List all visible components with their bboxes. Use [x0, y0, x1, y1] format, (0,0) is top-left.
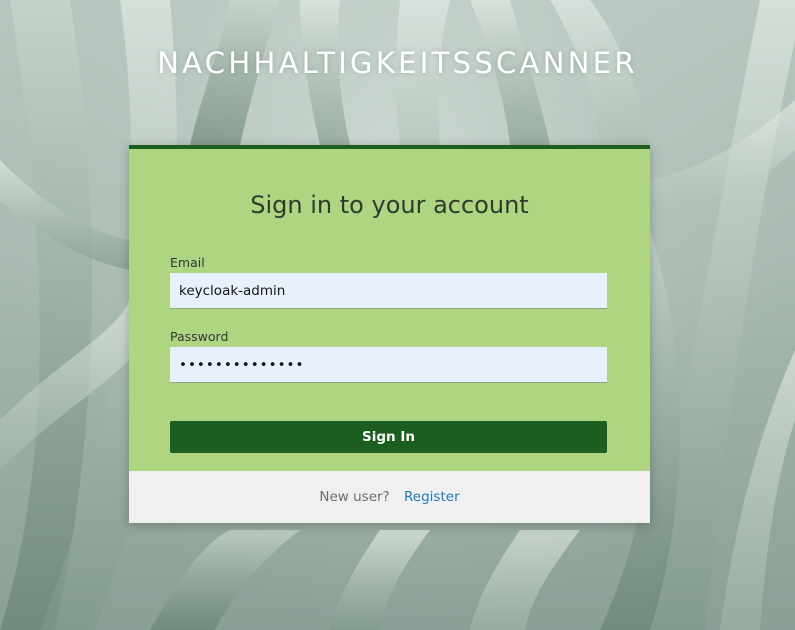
email-field[interactable]: [170, 273, 607, 309]
page-title: Sign in to your account: [250, 191, 529, 219]
app-title: NACHHALTIGKEITSSCANNER: [157, 46, 638, 80]
password-label: Password: [170, 329, 229, 344]
registration-footer: New user? Register: [129, 471, 650, 523]
new-user-text: New user?: [319, 489, 390, 505]
sign-in-button[interactable]: Sign In: [170, 421, 607, 453]
password-field[interactable]: [170, 347, 607, 383]
register-link[interactable]: Register: [404, 489, 460, 505]
login-form: Sign in to your account Email Password S…: [129, 145, 650, 471]
email-label: Email: [170, 255, 205, 270]
login-card: Sign in to your account Email Password S…: [129, 145, 650, 523]
